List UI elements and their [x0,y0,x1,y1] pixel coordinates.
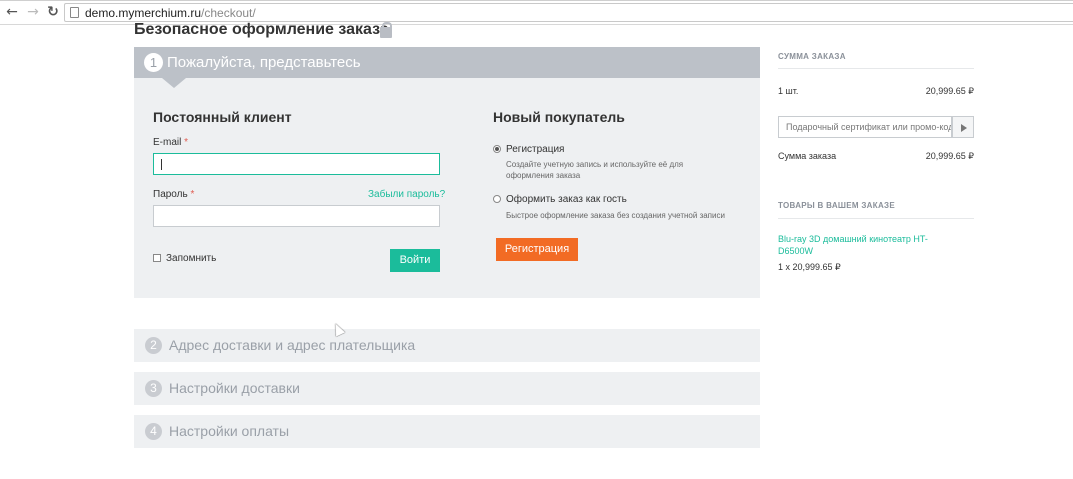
email-label-text: E-mail [153,137,182,148]
divider [778,68,974,69]
password-field[interactable] [153,205,440,227]
step-3-title: Настройки доставки [169,380,300,396]
page-icon [70,7,79,18]
guest-radio[interactable] [493,195,501,203]
step-3-number: 3 [145,380,162,397]
step-1-header[interactable]: 1 Пожалуйста, представьтесь [134,47,760,78]
forward-arrow-icon[interactable]: → [26,4,40,20]
email-field[interactable] [153,153,440,175]
step-2-address[interactable]: 2 Адрес доставки и адрес плательщика [134,329,760,362]
step-identify-panel: 1 Пожалуйста, представьтесь Постоянный к… [134,47,760,298]
lock-icon [380,22,392,38]
new-customer-title: Новый покупатель [493,109,625,125]
step-1-title: Пожалуйста, представьтесь [167,54,361,71]
remember-checkbox[interactable] [153,254,161,262]
page-title: Безопасное оформление заказа [134,21,389,38]
url-path: /checkout/ [201,6,256,20]
order-summary-heading: СУММА ЗАКАЗА [778,52,846,61]
url-text[interactable]: demo.mymerchium.ru/checkout/ [85,5,256,21]
summary-qty-amount: 20,999.65 ₽ [925,86,974,96]
tab-strip-edge [0,0,1073,1]
forgot-password-link[interactable]: Забыли пароль? [368,189,445,201]
summary-total-amount: 20,999.65 ₽ [925,151,974,161]
coupon-placeholder: Подарочный сертификат или промо-код [786,122,952,132]
summary-total-label: Сумма заказа [778,151,837,161]
product-link[interactable]: Blu-ray 3D домашний кинотеатр HT-D6500W [778,233,954,257]
reload-icon[interactable]: ↻ [45,4,61,20]
divider [778,218,974,219]
guest-option-label: Оформить заказ как гость [506,194,627,205]
step-1-number: 1 [144,53,163,72]
register-button[interactable]: Регистрация [496,238,578,261]
password-label: Пароль * [153,189,194,201]
back-arrow-icon[interactable]: ← [5,4,19,20]
step-4-payment[interactable]: 4 Настройки оплаты [134,415,760,448]
order-items-heading: ТОВАРЫ В ВАШЕМ ЗАКАЗЕ [778,201,895,210]
product-line-total: 1 x 20,999.65 ₽ [778,262,841,272]
password-label-text: Пароль [153,189,188,200]
register-option-label: Регистрация [506,144,565,155]
register-option-description: Создайте учетную запись и используйте её… [506,160,684,180]
register-radio[interactable] [493,145,501,153]
step-4-title: Настройки оплаты [169,423,290,439]
coupon-input[interactable]: Подарочный сертификат или промо-код [778,116,952,138]
remember-label: Запомнить [166,253,217,264]
guest-option-description: Быстрое оформление заказа без создания у… [506,211,725,220]
summary-qty: 1 шт. [778,86,799,96]
required-mark: * [190,189,195,200]
step-2-title: Адрес доставки и адрес плательщика [169,337,416,353]
returning-customer-title: Постоянный клиент [153,109,292,125]
step-4-number: 4 [145,423,162,440]
step-2-number: 2 [145,337,162,354]
coupon-apply-button[interactable] [952,116,974,138]
login-button[interactable]: Войти [390,249,440,272]
step-3-shipping[interactable]: 3 Настройки доставки [134,372,760,405]
email-label: E-mail * [153,137,188,149]
url-domain: demo.mymerchium.ru [85,6,202,20]
step-header-pointer [162,78,186,88]
text-caret [161,159,162,170]
required-mark: * [184,137,189,148]
